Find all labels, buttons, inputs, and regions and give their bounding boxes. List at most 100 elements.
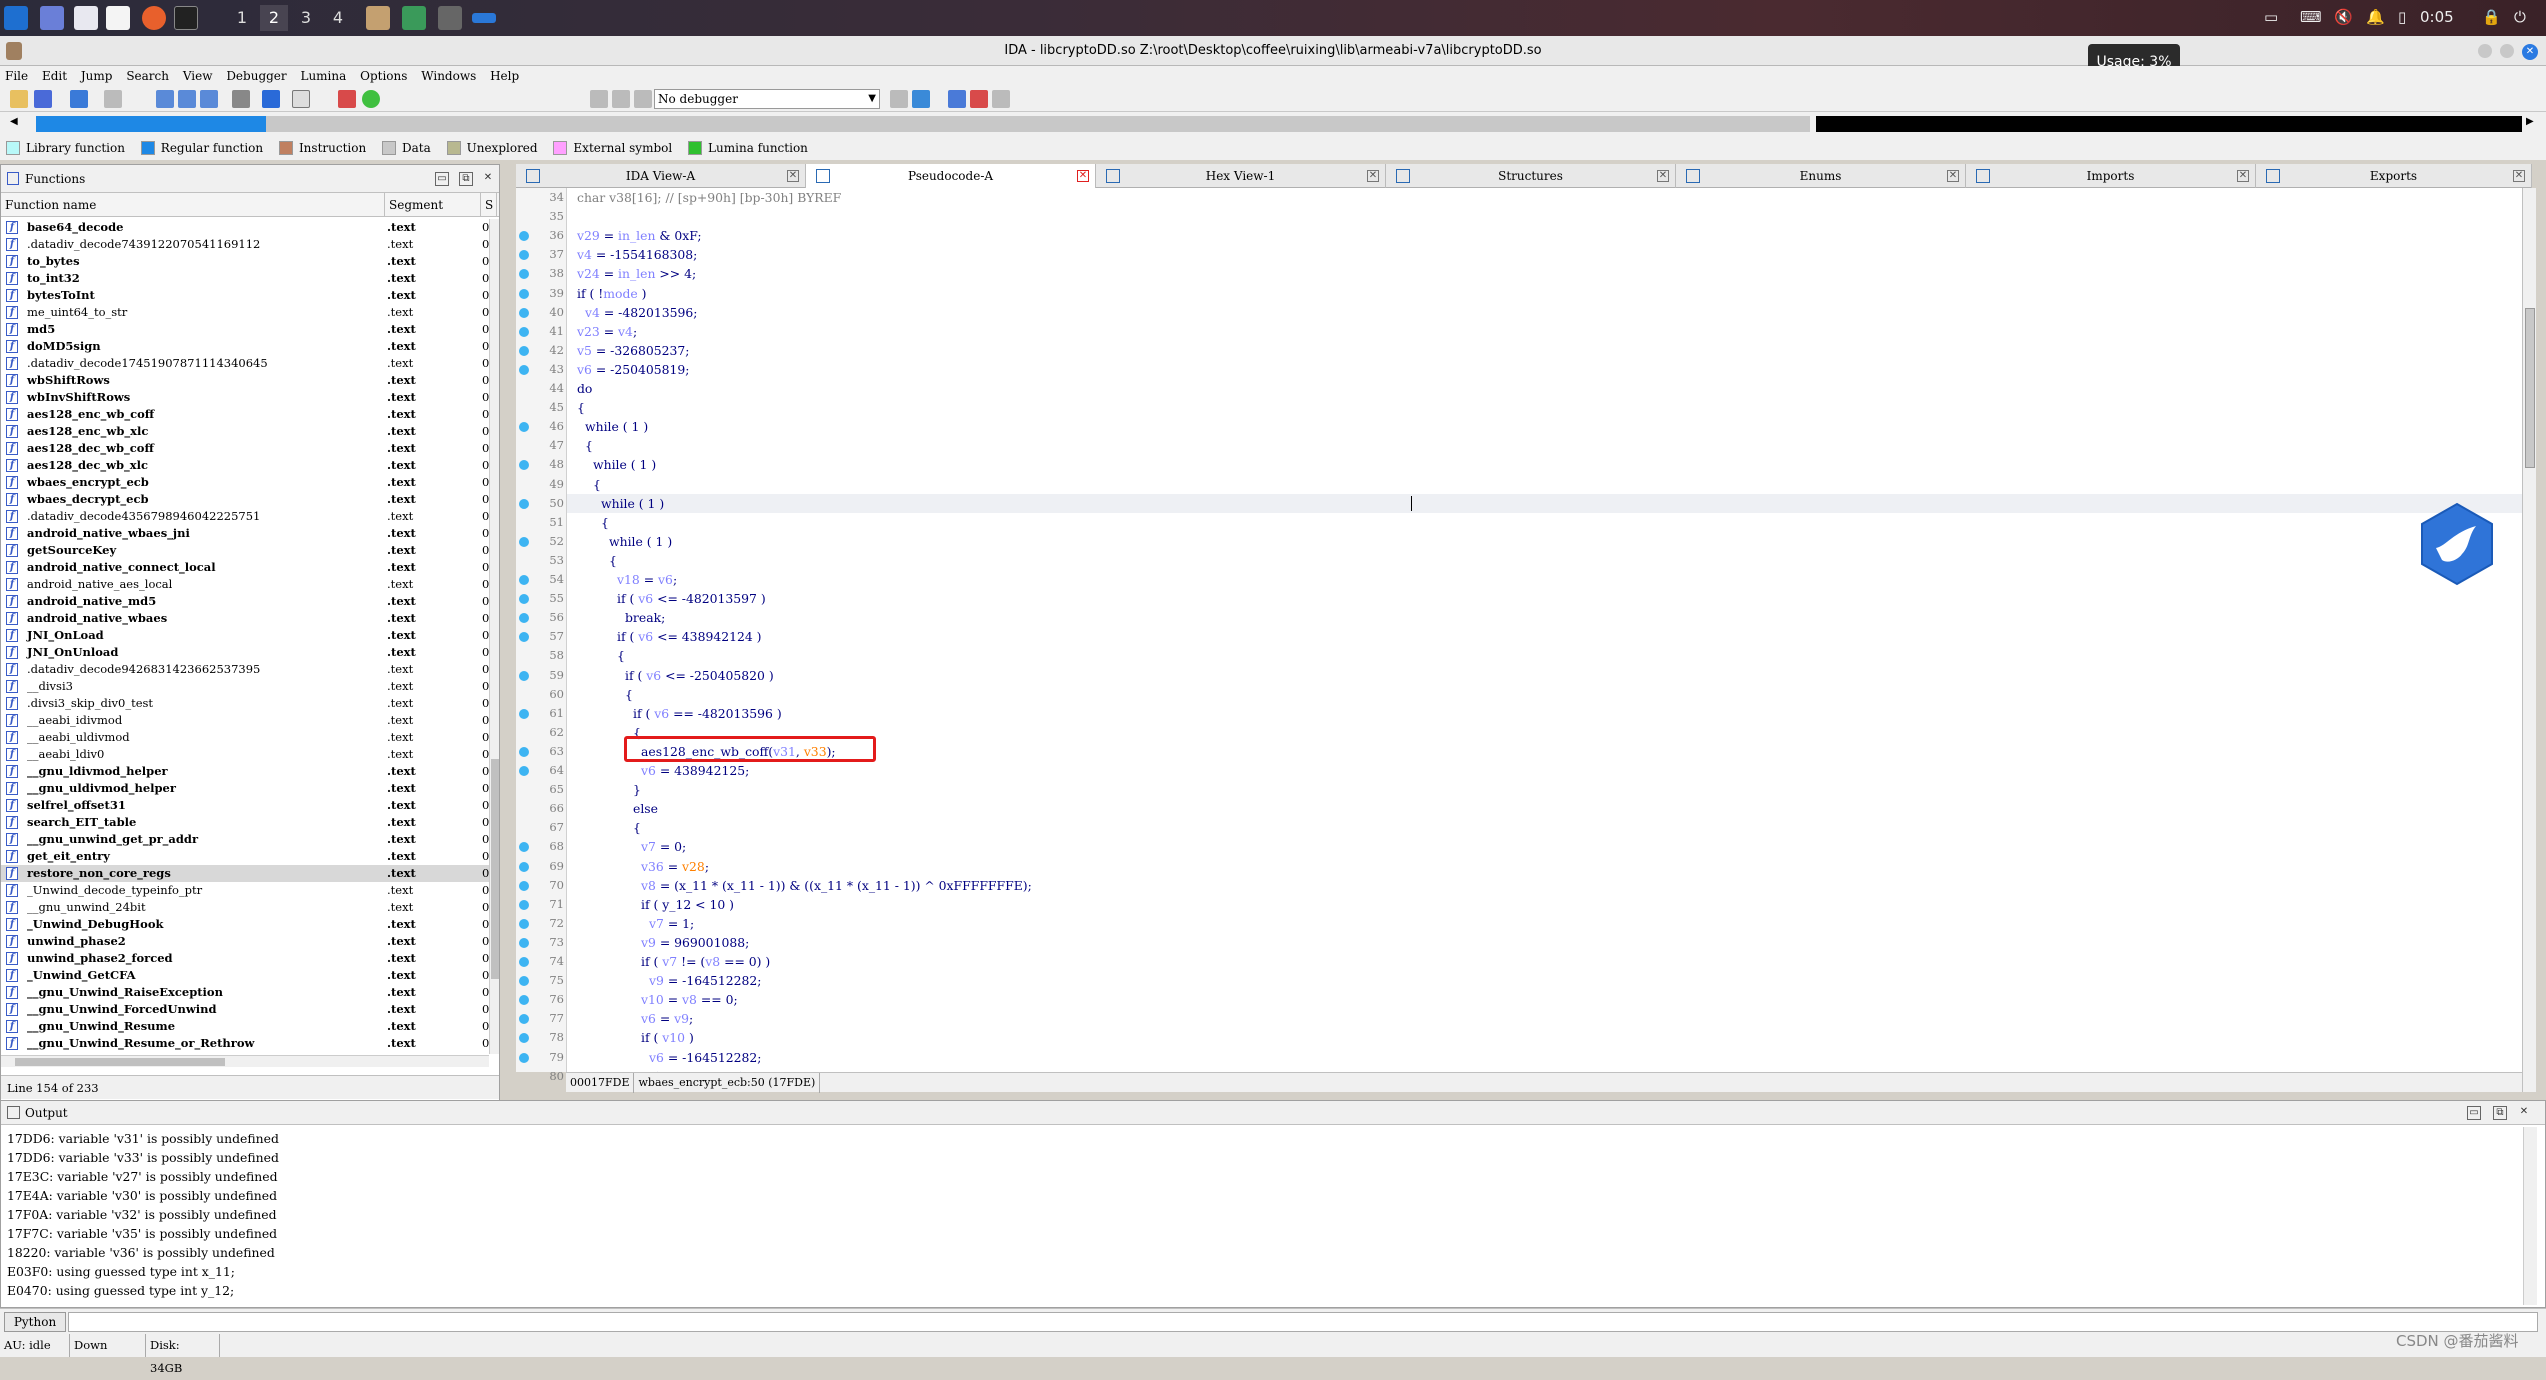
function-row[interactable]: f wbInvShiftRows .text 0: [1, 389, 489, 406]
breakpoint-dot-icon[interactable]: [519, 345, 529, 356]
function-row[interactable]: f md5 .text 0: [1, 321, 489, 338]
save-icon[interactable]: [34, 90, 52, 108]
battery-icon[interactable]: ▯: [2398, 8, 2406, 26]
text-editor-icon[interactable]: [106, 6, 130, 30]
tray-window-icon[interactable]: ▭: [2264, 8, 2278, 26]
ida-task-icon[interactable]: [366, 6, 390, 30]
function-row[interactable]: f android_native_md5 .text 0: [1, 593, 489, 610]
breakpoint-dot-icon[interactable]: [519, 575, 529, 585]
jump-icon[interactable]: [232, 90, 250, 108]
tab-close-icon[interactable]: ✕: [1077, 170, 1089, 182]
function-row[interactable]: f __gnu_unwind_24bit .text 0: [1, 899, 489, 916]
breakpoint-dot-icon[interactable]: [519, 957, 529, 967]
nav-right-arrow-icon[interactable]: ▶: [2526, 116, 2534, 127]
menu-edit[interactable]: Edit: [37, 66, 72, 86]
function-row[interactable]: f wbShiftRows .text 0: [1, 372, 489, 389]
code-line[interactable]: else: [633, 799, 658, 818]
bird-logo-icon[interactable]: [2418, 502, 2496, 586]
breakpoint-dot-icon[interactable]: [519, 766, 529, 776]
code-line[interactable]: break;: [625, 608, 665, 627]
code-line[interactable]: v6 = -250405819;: [577, 360, 689, 379]
tab-close-icon[interactable]: ✕: [2513, 170, 2525, 182]
tab-exports[interactable]: Exports ✕: [2256, 164, 2532, 188]
menu-jump[interactable]: Jump: [76, 66, 118, 86]
menu-windows[interactable]: Windows: [416, 66, 481, 86]
code-line[interactable]: v8 = (x_11 * (x_11 - 1)) & ((x_11 * (x_1…: [641, 876, 1032, 895]
terminal-icon[interactable]: [174, 6, 198, 30]
remove-breakpoint-icon[interactable]: [992, 90, 1010, 108]
screenshot-task-icon[interactable]: [438, 6, 462, 30]
code-line[interactable]: while ( 1 ): [601, 494, 664, 513]
code-line[interactable]: v18 = v6;: [617, 570, 677, 589]
menu-options[interactable]: Options: [355, 66, 412, 86]
app-menu-icon[interactable]: [4, 6, 28, 30]
desktop-icon[interactable]: [40, 6, 64, 30]
function-row[interactable]: f to_bytes .text 0: [1, 253, 489, 270]
function-row[interactable]: f get_eit_entry .text 0: [1, 848, 489, 865]
code-line[interactable]: if ( v7 != (v8 == 0) ): [641, 952, 770, 971]
code-line[interactable]: {: [593, 475, 601, 494]
tab-pseudocode-a[interactable]: Pseudocode-A ✕: [806, 164, 1096, 188]
menu-debugger[interactable]: Debugger: [221, 66, 291, 86]
menu-file[interactable]: File: [0, 66, 33, 86]
debugger-select[interactable]: No debugger ▼: [654, 89, 880, 109]
function-row[interactable]: f __gnu_unwind_get_pr_addr .text 0: [1, 831, 489, 848]
output-minimize-icon[interactable]: ▭: [2467, 1106, 2481, 1120]
nav-left-arrow-icon[interactable]: ◀: [10, 116, 18, 127]
function-row[interactable]: f android_native_connect_local .text 0: [1, 559, 489, 576]
power-icon[interactable]: ⏻: [2514, 8, 2526, 26]
breakpoint-dot-icon[interactable]: [519, 364, 529, 375]
code-line[interactable]: {: [577, 398, 585, 417]
function-row[interactable]: f .divsi3_skip_div0_test .text 0: [1, 695, 489, 712]
function-row[interactable]: f JNI_OnUnload .text 0: [1, 644, 489, 661]
graph-icon[interactable]: [338, 90, 356, 108]
function-row[interactable]: f android_native_wbaes_jni .text 0: [1, 525, 489, 542]
code-vscroll[interactable]: [2522, 188, 2536, 1092]
pseudocode-view[interactable]: char v38[16]; // [sp+90h] [bp-30h] BYREF…: [566, 188, 2522, 1072]
search-icon[interactable]: [156, 90, 174, 108]
pause-icon[interactable]: [612, 90, 630, 108]
code-line[interactable]: v4 = -482013596;: [585, 303, 697, 322]
tab-ida-view-a[interactable]: IDA View-A ✕: [516, 164, 806, 188]
text-icon[interactable]: [292, 90, 310, 108]
tab-close-icon[interactable]: ✕: [2237, 170, 2249, 182]
navigation-band[interactable]: ◀ ▶: [0, 112, 2546, 136]
function-row[interactable]: f _Unwind_GetCFA .text 0: [1, 967, 489, 984]
code-line[interactable]: v7 = 1;: [649, 914, 694, 933]
output-close-icon[interactable]: ✕: [2517, 1106, 2531, 1120]
code-line[interactable]: v10 = v8 == 0;: [641, 990, 738, 1009]
keyboard-icon[interactable]: ⌨: [2300, 8, 2322, 26]
code-line[interactable]: v23 = v4;: [577, 322, 637, 341]
function-row[interactable]: f __gnu_Unwind_ForcedUnwind .text 0: [1, 1001, 489, 1018]
function-row[interactable]: f wbaes_decrypt_ecb .text 0: [1, 491, 489, 508]
down-arrow-icon[interactable]: [262, 90, 280, 108]
nav-band-segment-external[interactable]: [1816, 116, 2522, 132]
function-row[interactable]: f __gnu_Unwind_RaiseException .text 0: [1, 984, 489, 1001]
code-line[interactable]: {: [633, 818, 641, 837]
code-vscroll-thumb[interactable]: [2525, 308, 2535, 468]
tab-imports[interactable]: Imports ✕: [1966, 164, 2256, 188]
code-line[interactable]: {: [585, 436, 593, 455]
code-line[interactable]: if ( !mode ): [577, 284, 647, 303]
nav-band-segment-functions[interactable]: [36, 116, 266, 132]
tab-close-icon[interactable]: ✕: [787, 170, 799, 182]
functions-hscroll[interactable]: [1, 1055, 489, 1067]
python-input[interactable]: [68, 1312, 2538, 1332]
lock-icon[interactable]: 🔒: [2482, 8, 2501, 26]
menu-search[interactable]: Search: [121, 66, 174, 86]
breakpoint-icon[interactable]: [948, 90, 966, 108]
code-line[interactable]: v6 = v9;: [641, 1009, 693, 1028]
maximize-icon[interactable]: [2500, 44, 2514, 58]
tab-close-icon[interactable]: ✕: [1657, 170, 1669, 182]
code-line[interactable]: while ( 1 ): [585, 417, 648, 436]
code-line[interactable]: v7 = 0;: [641, 837, 686, 856]
tab-hex-view-1[interactable]: Hex View-1 ✕: [1096, 164, 1386, 188]
output-log[interactable]: 17DD6: variable 'v31' is possibly undefi…: [7, 1129, 279, 1300]
panel-float-icon[interactable]: ⧉: [459, 172, 473, 186]
code-line[interactable]: {: [601, 513, 609, 532]
code-line[interactable]: v29 = in_len & 0xF;: [577, 226, 702, 245]
function-row[interactable]: f to_int32 .text 0: [1, 270, 489, 287]
code-line[interactable]: if ( y_12 < 10 ): [641, 895, 734, 914]
code-line[interactable]: while ( 1 ): [609, 532, 672, 551]
code-line[interactable]: v6 = -164512282;: [649, 1048, 761, 1067]
